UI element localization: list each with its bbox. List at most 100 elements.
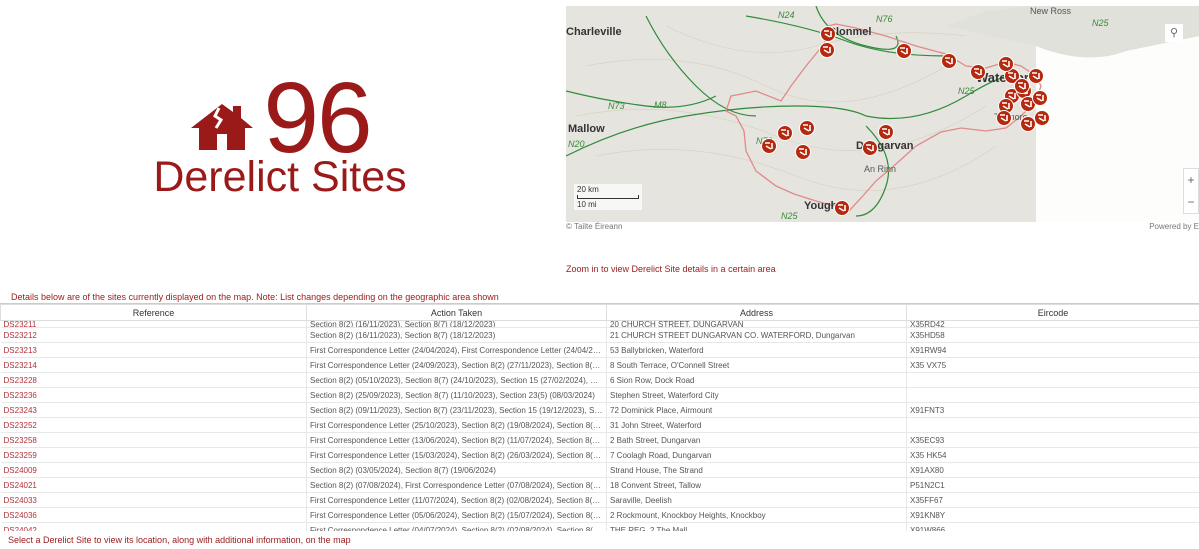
eircode-cell [906,372,1199,388]
reference-cell[interactable]: DS24009 [0,462,307,478]
derelict-site-marker-icon[interactable] [795,144,811,160]
derelict-site-marker-icon[interactable] [819,42,835,58]
action-cell: Section 8(2) (16/11/2023), Section 8(7) … [306,320,607,328]
derelict-site-marker-icon[interactable] [799,120,815,136]
address-cell: THE REG, 2 The Mall [606,522,907,531]
column-header-eircode[interactable]: Eircode [906,304,1199,321]
action-cell: First Correspondence Letter (25/10/2023)… [306,417,607,433]
column-header-action[interactable]: Action Taken [306,304,607,321]
address-cell: 6 Sion Row, Dock Road [606,372,907,388]
eircode-cell: P51N2C1 [906,477,1199,493]
reference-cell[interactable]: DS23228 [0,372,307,388]
derelict-site-marker-icon[interactable] [820,26,836,42]
derelict-site-marker-icon[interactable] [1020,116,1036,132]
map-place-label: Charleville [566,26,622,38]
scale-bar-line [577,195,639,199]
zoom-controls: + − [1183,168,1199,214]
reference-cell[interactable]: DS23213 [0,342,307,358]
zoom-note: Zoom in to view Derelict Site details in… [566,264,776,274]
address-cell: 72 Dominick Place, Airmount [606,402,907,418]
map-place-label: Mallow [568,123,605,135]
action-cell: Section 8(2) (25/09/2023), Section 8(7) … [306,387,607,403]
attribution-right[interactable]: Powered by E [1149,222,1199,231]
address-cell: Stephen Street, Waterford City [606,387,907,403]
action-cell: First Correspondence Letter (05/06/2024)… [306,507,607,523]
table-row[interactable]: DS23252 First Correspondence Letter (25/1… [0,417,1199,433]
map-view[interactable]: Charleville Clonmel Mallow Dungarvan An … [566,6,1199,222]
action-cell: Section 8(2) (05/10/2023), Section 8(7) … [306,372,607,388]
zoom-in-button[interactable]: + [1184,169,1198,191]
table-row[interactable]: DS23228 Section 8(2) (05/10/2023), Sectio… [0,372,1199,388]
derelict-site-marker-icon[interactable] [862,140,878,156]
reference-cell[interactable]: DS24021 [0,477,307,493]
action-cell: Section 8(2) (07/08/2024), First Corresp… [306,477,607,493]
table-row[interactable]: DS24021 Section 8(2) (07/08/2024), First … [0,477,1199,493]
reference-cell[interactable]: DS24033 [0,492,307,508]
address-cell: 20 CHURCH STREET, DUNGARVAN [606,320,907,328]
map-attribution: © Tailte Éireann Powered by E [566,222,1199,234]
reference-cell[interactable]: DS23212 [0,327,307,343]
eircode-cell: X91KN8Y [906,507,1199,523]
address-cell: 21 CHURCH STREET DUNGARVAN CO. WATERFORD… [606,327,907,343]
reference-cell[interactable]: DS23211 [0,320,307,328]
action-cell: First Correspondence Letter (24/04/2024)… [306,342,607,358]
table-row[interactable]: DS23236 Section 8(2) (25/09/2023), Sectio… [0,387,1199,403]
derelict-site-marker-icon[interactable] [761,138,777,154]
map-road-label: M8 [654,100,667,110]
derelict-site-marker-icon[interactable] [896,43,912,59]
derelict-site-marker-icon[interactable] [1034,110,1050,126]
derelict-site-marker-icon[interactable] [970,64,986,80]
eircode-cell: X35EC93 [906,432,1199,448]
reference-cell[interactable]: DS23236 [0,387,307,403]
table-row[interactable]: DS24042 First Correspondence Letter (04/0… [0,522,1199,531]
table-row[interactable]: DS24033 First Correspondence Letter (11/0… [0,492,1199,508]
derelict-site-marker-icon[interactable] [941,53,957,69]
derelict-site-marker-icon[interactable] [1032,90,1048,106]
address-cell: 53 Ballybricken, Waterford [606,342,907,358]
table-row[interactable]: DS23211 Section 8(2) (16/11/2023), Sectio… [0,320,1199,328]
derelict-site-marker-icon[interactable] [777,125,793,141]
action-cell: Section 8(2) (09/11/2023), Section 8(7) … [306,402,607,418]
table-row[interactable]: DS23213 First Correspondence Letter (24/0… [0,342,1199,358]
map-road-label: N24 [778,10,795,20]
map-basemap [566,6,1199,222]
reference-cell[interactable]: DS23243 [0,402,307,418]
eircode-cell: X35HD58 [906,327,1199,343]
reference-cell[interactable]: DS23259 [0,447,307,463]
eircode-cell: X91W866 [906,522,1199,531]
table-header-row: Reference Action Taken Address Eircode [0,304,1199,321]
reference-cell[interactable]: DS23252 [0,417,307,433]
derelict-site-marker-icon[interactable] [834,200,850,216]
search-icon[interactable]: ⚲ [1165,24,1183,42]
table-row[interactable]: DS23214 First Correspondence Letter (24/0… [0,357,1199,373]
action-cell: Section 8(2) (03/05/2024), Section 8(7) … [306,462,607,478]
column-header-reference[interactable]: Reference [0,304,307,321]
reference-cell[interactable]: DS24042 [0,522,307,531]
reference-cell[interactable]: DS23214 [0,357,307,373]
action-cell: First Correspondence Letter (24/09/2023)… [306,357,607,373]
zoom-out-button[interactable]: − [1184,191,1198,213]
table-row[interactable]: DS24009 Section 8(2) (03/05/2024), Sectio… [0,462,1199,478]
table-row[interactable]: DS23212 Section 8(2) (16/11/2023), Sectio… [0,327,1199,343]
map-road-label: N20 [568,139,585,149]
action-cell: First Correspondence Letter (11/07/2024)… [306,492,607,508]
map-place-label: An Rinn [864,164,897,174]
table-row[interactable]: DS24036 First Correspondence Letter (05/0… [0,507,1199,523]
derelict-site-marker-icon[interactable] [996,110,1012,126]
derelict-sites-table: Reference Action Taken Address Eircode D… [0,303,1199,531]
address-cell: 18 Convent Street, Tallow [606,477,907,493]
table-row[interactable]: DS23259 First Correspondence Letter (15/0… [0,447,1199,463]
action-cell: Section 8(2) (16/11/2023), Section 8(7) … [306,327,607,343]
eircode-cell: X35FF67 [906,492,1199,508]
map-road-label: N25 [958,86,975,96]
derelict-site-marker-icon[interactable] [878,124,894,140]
reference-cell[interactable]: DS23258 [0,432,307,448]
derelict-site-marker-icon[interactable] [1014,78,1030,94]
derelict-site-marker-icon[interactable] [998,56,1014,72]
derelict-site-marker-icon[interactable] [1028,68,1044,84]
table-row[interactable]: DS23258 First Correspondence Letter (13/0… [0,432,1199,448]
column-header-address[interactable]: Address [606,304,907,321]
reference-cell[interactable]: DS24036 [0,507,307,523]
table-row[interactable]: DS23243 Section 8(2) (09/11/2023), Sectio… [0,402,1199,418]
derelict-sites-indicator: 96 Derelict Sites [10,0,550,262]
